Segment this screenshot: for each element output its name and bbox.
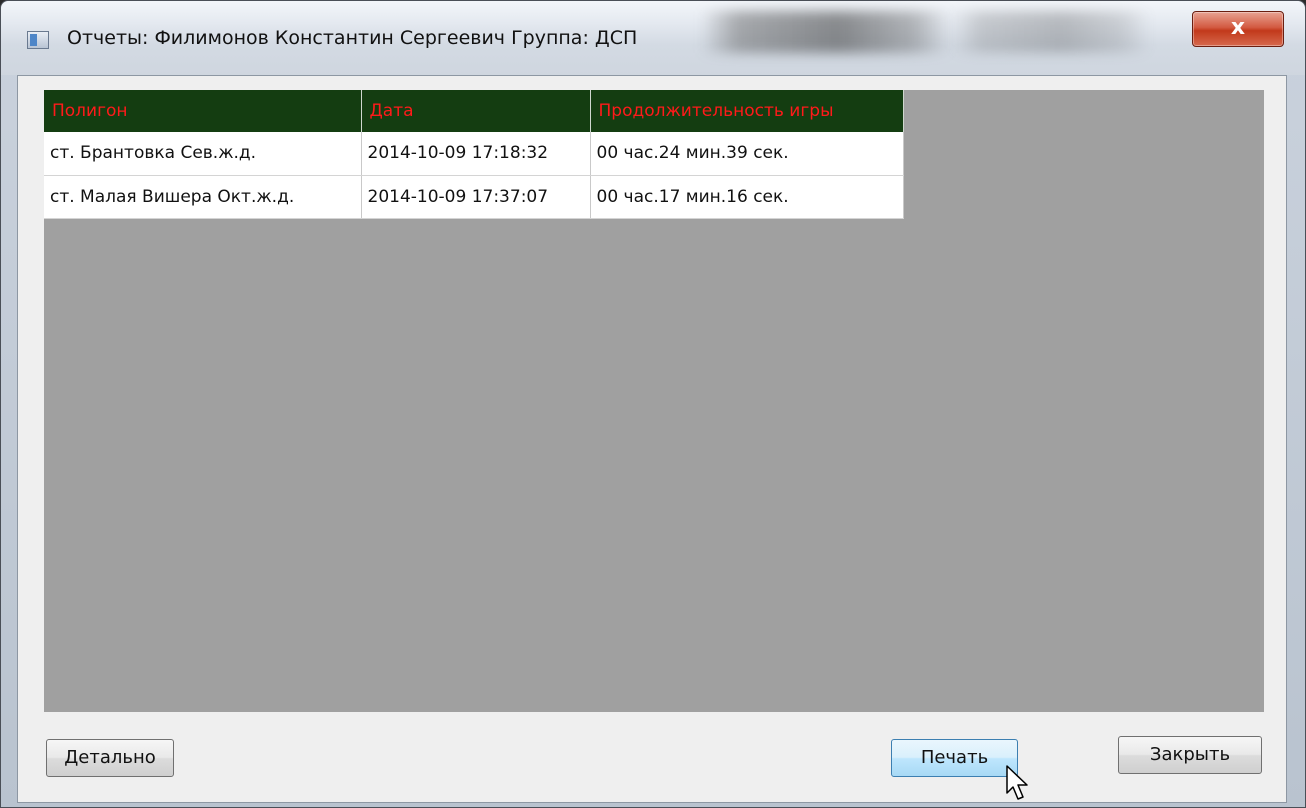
report-grid: Полигон Дата Продолжительность игры ст. … [44, 90, 904, 219]
blurred-background-2 [951, 11, 1151, 53]
details-button[interactable]: Детально [46, 739, 174, 777]
window-title: Отчеты: Филимонов Константин Сергеевич Г… [67, 27, 638, 49]
cell-duration[interactable]: 00 час.17 мин.16 сек. [590, 175, 904, 219]
window-app-icon[interactable] [27, 31, 49, 49]
column-header-polygon[interactable]: Полигон [44, 90, 362, 132]
cell-polygon[interactable]: ст. Брантовка Сев.ж.д. [44, 132, 362, 176]
print-button[interactable]: Печать [891, 739, 1018, 777]
cell-polygon[interactable]: ст. Малая Вишера Окт.ж.д. [44, 175, 362, 219]
window-close-button[interactable]: x [1192, 11, 1284, 47]
title-bar[interactable]: Отчеты: Филимонов Константин Сергеевич Г… [1, 1, 1305, 75]
mouse-pointer-icon [1006, 765, 1028, 800]
close-icon: x [1230, 15, 1246, 40]
close-button[interactable]: Закрыть [1118, 736, 1262, 774]
cell-date[interactable]: 2014-10-09 17:18:32 [361, 132, 591, 176]
grid-header-row: Полигон Дата Продолжительность игры [44, 90, 904, 132]
column-header-duration[interactable]: Продолжительность игры [590, 90, 904, 132]
table-row[interactable]: ст. Малая Вишера Окт.ж.д. 2014-10-09 17:… [44, 175, 904, 219]
cell-date[interactable]: 2014-10-09 17:37:07 [361, 175, 591, 219]
table-row[interactable]: ст. Брантовка Сев.ж.д. 2014-10-09 17:18:… [44, 132, 904, 176]
cell-duration[interactable]: 00 час.24 мин.39 сек. [590, 132, 904, 176]
column-header-date[interactable]: Дата [361, 90, 591, 132]
blurred-background [701, 11, 951, 53]
